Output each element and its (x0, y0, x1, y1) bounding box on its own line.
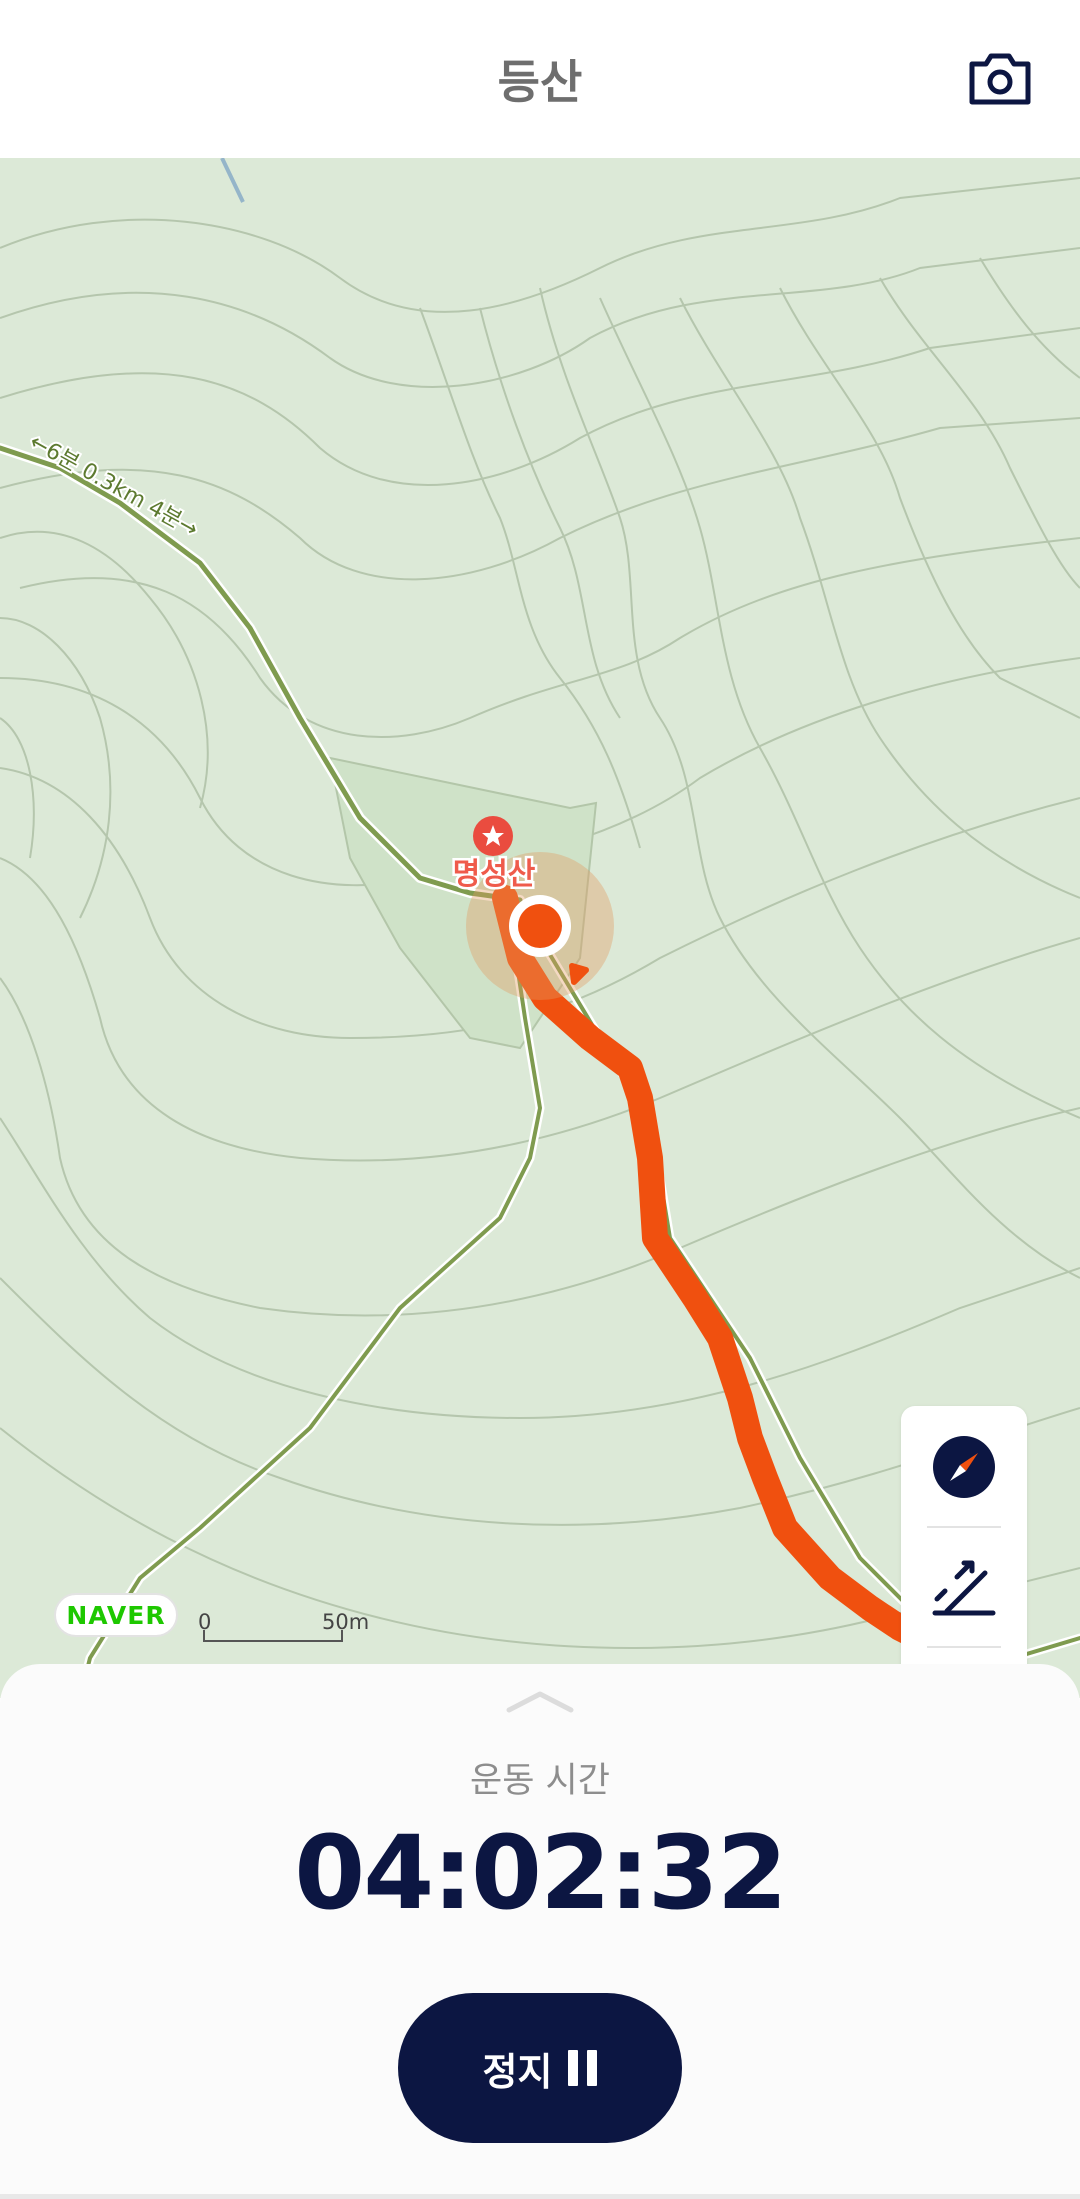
peak-name: 명성산 (453, 857, 536, 892)
compass-icon (933, 1436, 995, 1498)
exercise-time-value: 04:02:32 (294, 1814, 787, 1933)
map-view[interactable]: 명성산 ←6분 0.3km 4분→ NAVER 0 50m (0, 158, 1080, 1698)
camera-icon (969, 53, 1031, 105)
stop-button[interactable]: 정지 (398, 1993, 682, 2143)
scale-bar (203, 1630, 343, 1642)
page-title: 등산 (497, 55, 583, 109)
map-controls (901, 1406, 1027, 1698)
camera-button[interactable] (962, 40, 1038, 116)
bottom-divider (0, 2194, 1080, 2199)
elevation-icon (932, 1560, 996, 1616)
exercise-time-label: 운동 시간 (470, 1761, 610, 1801)
pause-icon (568, 2050, 598, 2086)
compass-button[interactable] (901, 1408, 1027, 1526)
bottom-sheet: 운동 시간 04:02:32 정지 (0, 1664, 1080, 2199)
chevron-up-icon (506, 1691, 574, 1713)
current-location-dot (518, 904, 562, 948)
map-scale: 0 50m (198, 1608, 378, 1648)
sheet-handle[interactable] (505, 1690, 575, 1714)
stop-button-label: 정지 (482, 2049, 553, 2094)
elevation-button[interactable] (901, 1528, 1027, 1646)
app-header: 등산 (0, 0, 1080, 158)
naver-logo: NAVER (54, 1593, 178, 1637)
